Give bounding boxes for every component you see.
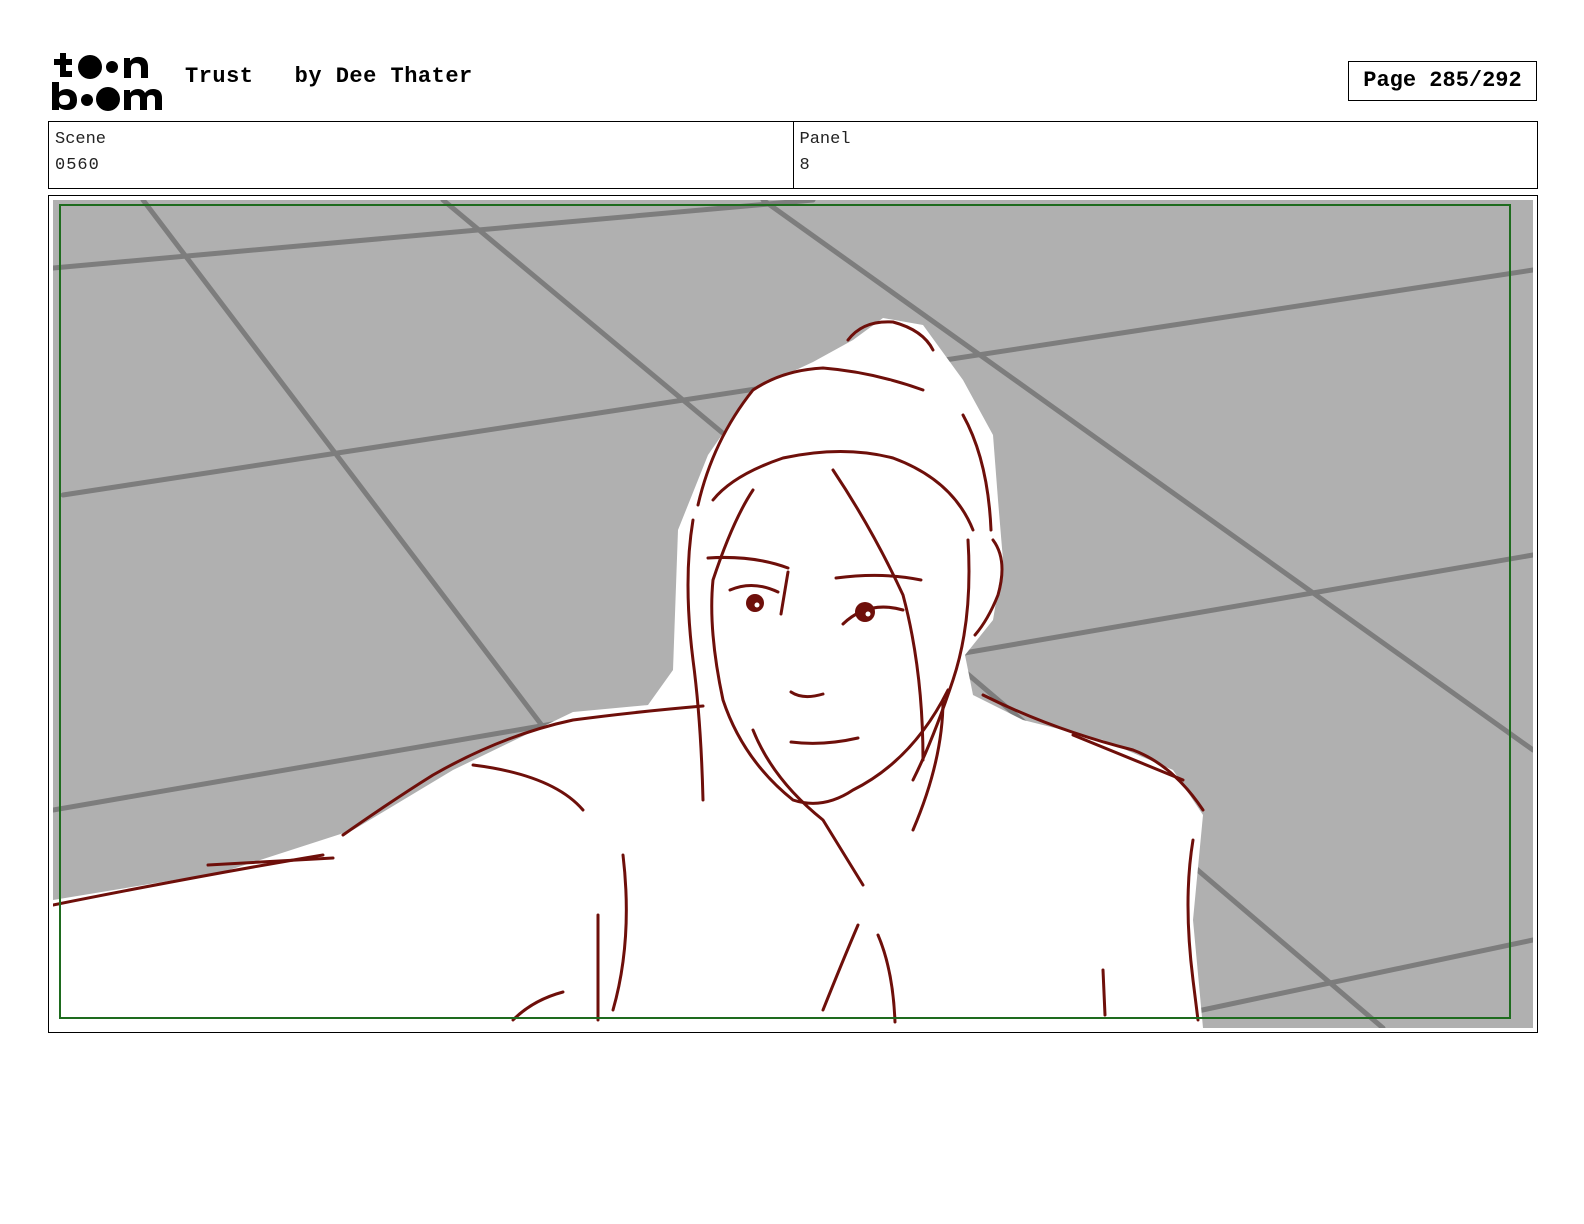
panel-label: Panel: [799, 130, 851, 149]
panel-value: 8: [799, 156, 811, 175]
page-number: Page 285/292: [1348, 61, 1537, 101]
scene-cell: Scene 0560: [49, 122, 793, 188]
document-title: Trust by Dee Thater: [185, 64, 473, 89]
scene-panel-info: Scene 0560 Panel 8: [48, 121, 1538, 189]
scene-label: Scene: [55, 130, 107, 149]
toon-boom-logo: [50, 50, 166, 112]
panel-sketch: [53, 200, 1533, 1028]
scene-value: 0560: [55, 156, 100, 175]
storyboard-panel: [48, 195, 1538, 1033]
panel-cell: Panel 8: [792, 122, 1538, 188]
